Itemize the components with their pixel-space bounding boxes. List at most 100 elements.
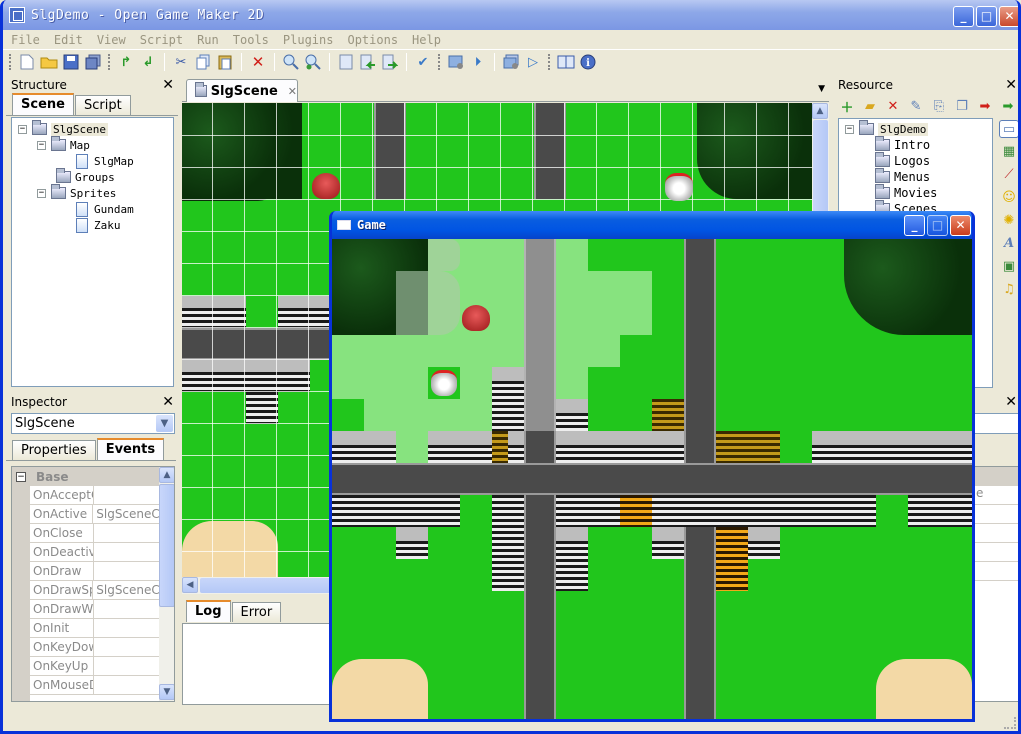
event-row[interactable]: OnMouseD — [30, 676, 159, 695]
collapse-icon[interactable]: − — [845, 124, 854, 134]
zoom-out-icon[interactable] — [303, 52, 323, 72]
event-handler-value[interactable] — [94, 619, 97, 637]
inspector-close-button[interactable]: ✕ — [162, 394, 174, 410]
tab-log[interactable]: Log — [186, 600, 231, 622]
add-resource-icon[interactable]: ＋ — [837, 96, 857, 116]
tab-list-dropdown-icon[interactable]: ▼ — [818, 84, 825, 94]
event-row[interactable]: OnActive SlgSceneC — [30, 505, 159, 524]
next-bookmark-icon[interactable] — [380, 52, 400, 72]
tree-node-movies[interactable]: Movies — [875, 184, 937, 201]
game-viewport[interactable] — [332, 239, 972, 719]
object-selector[interactable]: SlgScene ▼ — [11, 413, 175, 434]
tree-node-menus[interactable]: Menus — [875, 168, 930, 185]
toolbar-grip[interactable] — [438, 54, 441, 70]
close-tab-icon[interactable]: ✕ — [288, 85, 297, 98]
toolbar-grip[interactable] — [9, 54, 12, 70]
right-inspector-close-button[interactable]: ✕ — [1005, 394, 1017, 410]
event-handler-value[interactable] — [94, 657, 97, 675]
zaku-unit[interactable] — [462, 305, 490, 331]
add-folder-icon[interactable]: ▰ — [860, 96, 880, 116]
toolbar-grip[interactable] — [108, 54, 111, 70]
event-handler-value[interactable] — [94, 600, 97, 618]
title-bar[interactable]: SlgDemo - Open Game Maker 2D _ □ ✕ — [3, 0, 1018, 30]
export-red-icon[interactable]: ➡ — [975, 96, 995, 116]
new-icon[interactable] — [17, 52, 37, 72]
zaku-sprite[interactable] — [312, 173, 340, 199]
menu-script[interactable]: Script — [140, 33, 183, 47]
tree-node-slgdemo[interactable]: − SlgDemo — [845, 120, 929, 137]
game-title-bar[interactable]: Game _ □ ✕ — [332, 211, 972, 239]
event-row[interactable]: OnDrawSp SlgSceneC — [30, 581, 159, 600]
window-resource-icon[interactable]: ▭ — [999, 120, 1018, 138]
particle-resource-icon[interactable]: ✺ — [999, 210, 1018, 230]
collapse-icon[interactable]: − — [18, 124, 27, 134]
copy-icon[interactable] — [193, 52, 213, 72]
editor-tab-slgscene[interactable]: SlgScene ✕ — [186, 79, 298, 102]
menu-file[interactable]: File — [11, 33, 40, 47]
tab-error[interactable]: Error — [231, 602, 282, 622]
tileset-resource-icon[interactable]: ▣ — [999, 256, 1018, 276]
menu-view[interactable]: View — [97, 33, 126, 47]
event-handler-value[interactable] — [94, 676, 97, 694]
game-minimize-button[interactable]: _ — [904, 215, 925, 236]
delete-icon[interactable]: ✕ — [248, 52, 268, 72]
zoom-in-icon[interactable] — [281, 52, 301, 72]
image-resource-icon[interactable]: ▦ — [999, 141, 1018, 161]
tree-node-slgmap[interactable]: SlgMap — [76, 153, 134, 169]
tab-events[interactable]: Events — [96, 438, 165, 460]
undo-icon[interactable]: ↲ — [138, 52, 158, 72]
music-resource-icon[interactable]: ♫ — [999, 279, 1018, 299]
category-row[interactable]: − Base — [12, 467, 159, 486]
about-icon[interactable]: i — [578, 52, 598, 72]
save-all-icon[interactable] — [83, 52, 103, 72]
event-handler-value[interactable] — [94, 638, 97, 656]
scroll-up-button[interactable]: ▲ — [159, 467, 174, 483]
edit-resource-icon[interactable]: ✎ — [906, 96, 926, 116]
tab-script[interactable]: Script — [74, 95, 131, 115]
event-handler-value[interactable] — [94, 543, 97, 561]
menu-edit[interactable]: Edit — [54, 33, 83, 47]
collapse-icon[interactable]: − — [37, 140, 46, 150]
remove-resource-icon[interactable]: ✕ — [883, 96, 903, 116]
build-all-icon[interactable] — [501, 52, 521, 72]
menu-plugins[interactable]: Plugins — [283, 33, 334, 47]
export-green-icon[interactable]: ➡ — [998, 96, 1018, 116]
collapse-icon[interactable]: − — [16, 471, 26, 482]
import-icon[interactable]: ⎘ — [929, 96, 949, 116]
tree-node-slgscene[interactable]: − SlgScene — [18, 120, 108, 137]
build-icon[interactable] — [446, 52, 466, 72]
event-row[interactable]: OnInit — [30, 619, 159, 638]
menu-run[interactable]: Run — [197, 33, 219, 47]
event-handler-value[interactable]: SlgSceneC — [93, 581, 159, 599]
gundam-sprite[interactable] — [665, 173, 693, 201]
tree-node-zaku[interactable]: Zaku — [76, 217, 121, 233]
copy-resource-icon[interactable]: ❐ — [952, 96, 972, 116]
menu-help[interactable]: Help — [412, 33, 441, 47]
run-step-icon[interactable]: ⏵ — [468, 52, 488, 72]
event-row[interactable]: OnKeyDow — [30, 638, 159, 657]
paste-icon[interactable] — [215, 52, 235, 72]
help-book-icon[interactable] — [556, 52, 576, 72]
scene-horizontal-scrollbar[interactable]: ◀ — [182, 577, 332, 594]
redo-icon[interactable]: ↱ — [116, 52, 136, 72]
tree-node-gundam[interactable]: Gundam — [76, 201, 134, 217]
chevron-down-icon[interactable]: ▼ — [156, 415, 173, 432]
log-output[interactable] — [182, 623, 332, 705]
game-maximize-button[interactable]: □ — [927, 215, 948, 236]
scroll-up-button[interactable]: ▲ — [812, 103, 828, 119]
event-handler-value[interactable] — [94, 562, 97, 580]
run-icon[interactable]: ▷ — [523, 52, 543, 72]
cut-icon[interactable]: ✂ — [171, 52, 191, 72]
resource-close-button[interactable]: ✕ — [1005, 77, 1017, 93]
minimize-button[interactable]: _ — [953, 6, 974, 27]
spell-check-icon[interactable]: ✔ — [413, 52, 433, 72]
event-handler-value[interactable] — [94, 486, 97, 504]
path-resource-icon[interactable]: ⟋ — [999, 164, 1018, 184]
menu-options[interactable]: Options — [347, 33, 398, 47]
right-inspector-input[interactable] — [973, 413, 1018, 434]
event-handler-value[interactable]: SlgSceneC — [93, 505, 159, 523]
collapse-icon[interactable]: − — [37, 188, 46, 198]
resize-grip-icon[interactable] — [1004, 717, 1016, 729]
tab-properties[interactable]: Properties — [12, 440, 96, 460]
structure-close-button[interactable]: ✕ — [162, 77, 174, 93]
